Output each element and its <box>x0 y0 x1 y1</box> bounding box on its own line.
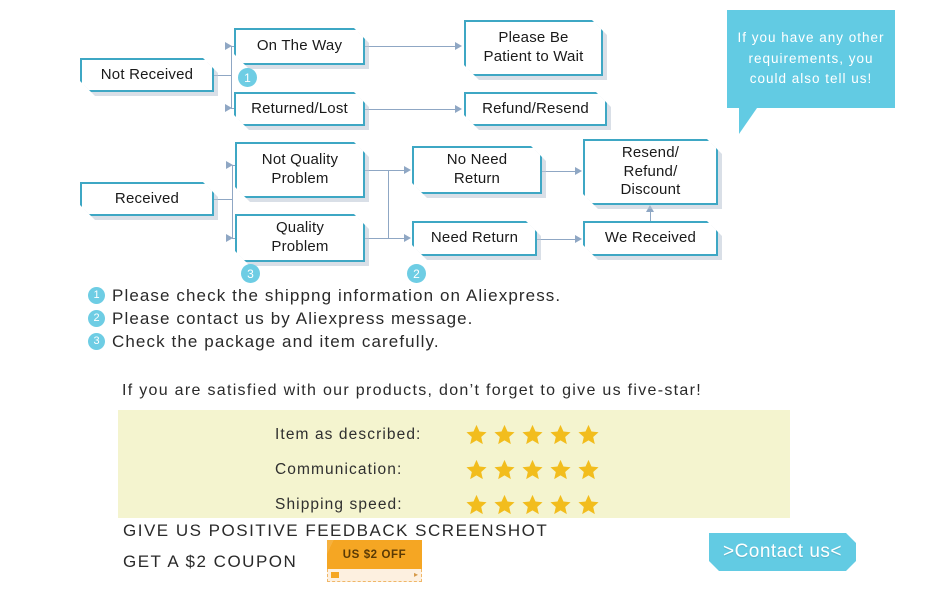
coupon-badge[interactable]: US $2 OFF ▸ <box>327 540 422 582</box>
flow-node-label: Please Be Patient to Wait <box>483 29 584 65</box>
flow-marker-3: 3 <box>241 264 260 283</box>
flow-node-label: Returned/Lost <box>251 99 348 117</box>
contact-us-button[interactable]: >Contact us< <box>709 533 856 571</box>
rating-row-communication: Communication: <box>275 452 695 487</box>
star-icon <box>522 494 543 515</box>
flow-node-label: On The Way <box>256 37 343 55</box>
rating-label: Shipping speed: <box>275 495 403 513</box>
connector-returned-to-refund <box>365 109 457 110</box>
rating-label: Communication: <box>275 460 403 478</box>
flow-node-no-need-return[interactable]: No Need Return <box>412 146 542 194</box>
star-icon <box>550 494 571 515</box>
speech-bubble-tail <box>739 108 757 134</box>
arrow-to-need-return <box>404 233 411 242</box>
flow-node-label: Quality Problem <box>271 219 329 255</box>
flow-node-label: Not Quality Problem <box>261 151 339 187</box>
flow-node-label: Received <box>114 189 180 207</box>
infographic-canvas: Not Received On The Way Returned/Lost Pl… <box>0 0 950 600</box>
connector-need-return-to-we-received <box>537 239 576 240</box>
flow-marker-label: 2 <box>413 266 420 281</box>
contact-us-label: >Contact us< <box>722 541 843 562</box>
connector-not-quality-out <box>365 170 407 171</box>
flow-marker-1: 1 <box>238 68 257 87</box>
connector-quality-out <box>365 238 407 239</box>
star-icon <box>494 424 515 445</box>
star-rating-communication <box>465 458 600 481</box>
star-icon <box>522 459 543 480</box>
speech-bubble-text: If you have any other requirements, you … <box>737 29 885 87</box>
connector-row1-branch <box>231 46 232 108</box>
note-number-badge: 2 <box>88 310 105 327</box>
coupon-chip-icon <box>331 572 339 578</box>
note-item: 2 Please contact us by Aliexpress messag… <box>88 307 788 330</box>
flow-node-label: Need Return <box>430 229 519 247</box>
star-icon <box>466 459 487 480</box>
note-number-badge: 3 <box>88 333 105 350</box>
note-text: Please contact us by Aliexpress message. <box>112 308 474 328</box>
flow-node-received[interactable]: Received <box>80 182 214 216</box>
star-icon <box>578 494 599 515</box>
connector-row2-branch <box>232 165 233 238</box>
flow-node-refund-resend[interactable]: Refund/Resend <box>464 92 607 126</box>
flow-node-not-quality-problem[interactable]: Not Quality Problem <box>235 142 365 198</box>
arrow-to-not-quality <box>226 160 233 169</box>
flow-node-please-be-patient[interactable]: Please Be Patient to Wait <box>464 20 603 76</box>
arrow-to-resend-refund <box>575 166 582 175</box>
connector-row2-merge <box>388 170 389 239</box>
rating-label: Item as described: <box>275 425 422 443</box>
chevron-right-icon: ▸ <box>413 570 418 579</box>
coupon-footer: ▸ <box>327 569 422 582</box>
promo-line-2: GET A $2 COUPON <box>123 552 298 571</box>
flow-node-resend-refund-discount[interactable]: Resend/ Refund/ Discount <box>583 139 718 205</box>
star-icon <box>578 459 599 480</box>
note-item: 1 Please check the shippng information o… <box>88 284 788 307</box>
connector-on-the-way-to-patient <box>365 46 457 47</box>
star-icon <box>578 424 599 445</box>
connector-no-need-to-resend <box>542 171 576 172</box>
note-number-badge: 1 <box>88 287 105 304</box>
rating-row-item-as-described: Item as described: <box>275 417 695 452</box>
arrow-to-no-need-return <box>404 165 411 174</box>
star-icon <box>466 424 487 445</box>
star-icon <box>466 494 487 515</box>
promo-line-1: GIVE US POSITIVE FEEDBACK SCREENSHOT <box>123 521 549 540</box>
arrow-to-returned-lost <box>225 103 232 112</box>
arrow-to-on-the-way <box>225 41 232 50</box>
note-text: Check the package and item carefully. <box>112 331 440 351</box>
flow-node-not-received[interactable]: Not Received <box>80 58 214 92</box>
flow-node-label: Refund/Resend <box>482 99 589 117</box>
arrow-to-we-received <box>575 234 582 243</box>
arrow-to-refund-resend <box>455 104 462 113</box>
flow-node-on-the-way[interactable]: On The Way <box>234 28 365 65</box>
star-rating-shipping-speed <box>465 493 600 516</box>
star-rating-item-as-described <box>465 423 600 446</box>
star-icon <box>550 424 571 445</box>
star-icon <box>494 459 515 480</box>
flow-node-label: Resend/ Refund/ Discount <box>620 143 681 199</box>
rating-rows: Item as described: Communication: Shippi… <box>275 417 695 522</box>
arrow-to-quality <box>226 233 233 242</box>
star-icon <box>522 424 543 445</box>
flow-node-we-received[interactable]: We Received <box>583 221 718 256</box>
flow-marker-label: 3 <box>247 266 254 281</box>
flow-node-returned-lost[interactable]: Returned/Lost <box>234 92 365 126</box>
note-item: 3 Check the package and item carefully. <box>88 330 788 353</box>
arrow-to-please-be-patient <box>455 41 462 50</box>
flow-node-label: No Need Return <box>446 151 508 187</box>
flow-node-need-return[interactable]: Need Return <box>412 221 537 256</box>
flow-marker-2: 2 <box>407 264 426 283</box>
coupon-amount-label: US $2 OFF <box>327 540 422 569</box>
note-list: 1 Please check the shippng information o… <box>88 284 788 353</box>
flow-marker-label: 1 <box>244 70 251 85</box>
note-text: Please check the shippng information on … <box>112 285 562 305</box>
star-icon <box>550 459 571 480</box>
speech-bubble: If you have any other requirements, you … <box>727 10 895 108</box>
rating-row-shipping-speed: Shipping speed: <box>275 487 695 522</box>
flow-node-label: Not Received <box>100 65 194 83</box>
star-icon <box>494 494 515 515</box>
flow-node-label: We Received <box>604 229 697 247</box>
feedback-headline: If you are satisfied with our products, … <box>122 382 702 399</box>
flow-node-quality-problem[interactable]: Quality Problem <box>235 214 365 262</box>
